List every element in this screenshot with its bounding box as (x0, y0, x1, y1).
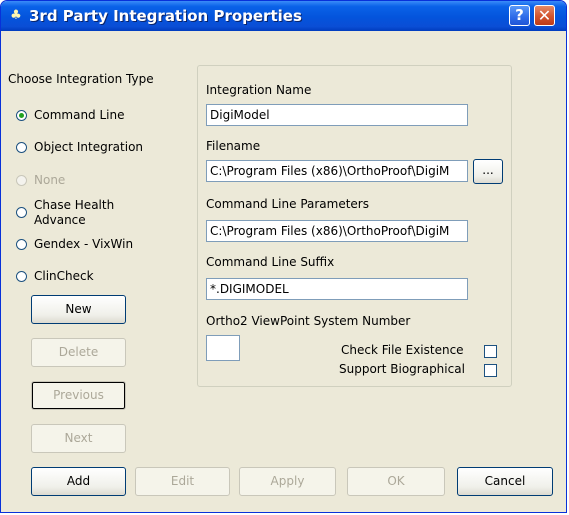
suffix-input[interactable]: *.DIGIMODEL (206, 278, 468, 300)
support-biographical-label: Support Biographical (339, 362, 465, 376)
support-biographical-checkbox[interactable] (484, 364, 497, 377)
radio-object-integration[interactable] (16, 142, 27, 153)
radio-object-integration-label[interactable]: Object Integration (34, 140, 143, 154)
check-file-existence-checkbox[interactable] (484, 345, 497, 358)
radio-command-line-label[interactable]: Command Line (34, 108, 125, 122)
radio-chase-health-advance[interactable] (16, 207, 27, 218)
filename-input[interactable]: C:\Program Files (x86)\OrthoProof\DigiM (206, 160, 468, 182)
delete-button[interactable]: Delete (31, 338, 126, 367)
viewpoint-input[interactable] (206, 335, 240, 361)
integration-properties-dialog: ♣ 3rd Party Integration Properties ? ✕ C… (0, 0, 567, 513)
window-title: 3rd Party Integration Properties (29, 7, 302, 25)
radio-clincheck[interactable] (16, 271, 27, 282)
close-button[interactable]: ✕ (534, 5, 555, 26)
edit-button[interactable]: Edit (135, 467, 230, 496)
filename-label: Filename (206, 139, 261, 153)
params-input[interactable]: C:\Program Files (x86)\OrthoProof\DigiM (206, 220, 468, 242)
radio-gendex-vixwin[interactable] (16, 239, 27, 250)
radio-clincheck-label[interactable]: ClinCheck (34, 269, 94, 283)
browse-button[interactable]: ... (473, 159, 503, 184)
integration-type-label: Choose Integration Type (8, 72, 154, 86)
radio-none-label: None (34, 173, 66, 187)
apply-button[interactable]: Apply (239, 467, 336, 496)
next-button[interactable]: Next (31, 424, 126, 453)
radio-chase-health-label-line2[interactable]: Advance (34, 213, 86, 227)
radio-none (16, 175, 27, 186)
viewpoint-label: Ortho2 ViewPoint System Number (206, 314, 411, 328)
params-label: Command Line Parameters (206, 197, 369, 211)
radio-gendex-vixwin-label[interactable]: Gendex - VixWin (34, 237, 133, 251)
title-bar[interactable]: ♣ 3rd Party Integration Properties ? ✕ (1, 1, 566, 31)
radio-chase-health-label-line1[interactable]: Chase Health (34, 198, 114, 212)
help-button[interactable]: ? (509, 5, 530, 26)
integration-name-label: Integration Name (206, 83, 312, 97)
ok-button[interactable]: OK (347, 467, 445, 496)
previous-button[interactable]: Previous (31, 381, 126, 410)
add-button[interactable]: Add (31, 467, 126, 496)
integration-app-icon: ♣ (10, 8, 22, 23)
cancel-button[interactable]: Cancel (457, 467, 553, 496)
check-file-existence-label: Check File Existence (341, 343, 464, 357)
radio-command-line[interactable] (16, 110, 27, 121)
new-button[interactable]: New (31, 295, 126, 324)
integration-name-input[interactable]: DigiModel (206, 104, 468, 126)
suffix-label: Command Line Suffix (206, 255, 335, 269)
